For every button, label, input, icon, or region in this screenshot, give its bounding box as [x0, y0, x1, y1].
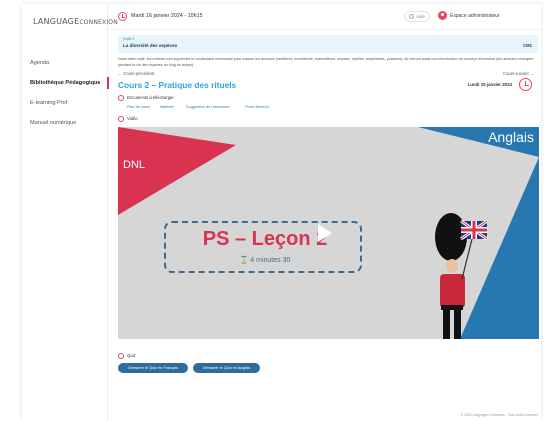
lesson-date: Lundi 15 janvier 2024 — [467, 82, 512, 88]
sidebar-item-elearning[interactable]: E-learning Prof — [22, 93, 108, 113]
user-space-link[interactable]: Espace administrateur — [450, 13, 500, 19]
help-button[interactable]: Aide — [404, 11, 430, 22]
documents-links: Plan de cours Matériel Suggestion de res… — [118, 103, 538, 115]
play-icon[interactable] — [318, 224, 332, 243]
documents-section-label: Documents à télécharger — [118, 94, 538, 103]
lesson-header: Cours 2 – Pratique des rituels Lundi 15 … — [118, 78, 538, 94]
logo[interactable]: LANGUAGECONNEXION — [33, 17, 118, 26]
download-icon — [118, 95, 124, 102]
course-title: La diversité des espèces — [123, 43, 178, 48]
doc-link-plan[interactable]: Plan de cours — [127, 105, 150, 109]
course-intro: Dans cette unité, les enfants vont appre… — [118, 57, 534, 67]
video-title-card: PS – Leçon 2 ⌛ 4 minutes 30 — [164, 221, 362, 274]
course-navigation: ← Cours précédent Cours suivant → — [118, 70, 538, 80]
doc-link-fiche[interactable]: Fiche élève/ex — [245, 105, 269, 109]
video-section-label: Vidéo — [118, 115, 538, 124]
video-label: Vidéo — [127, 116, 138, 122]
sidebar-item-bibliotheque[interactable]: Bibliothèque Pédagogique — [22, 73, 109, 93]
documents-label: Documents à télécharger — [127, 95, 174, 101]
video-title: PS – Leçon 2 — [202, 228, 328, 251]
video-anglais-label: Anglais — [488, 129, 534, 146]
course-header: Unité 2 La diversité des espèces CM1 — [118, 35, 538, 53]
video-duration: ⌛ 4 minutes 30 — [239, 257, 291, 265]
question-icon — [409, 14, 415, 20]
sidebar: LANGUAGECONNEXION Agenda Bibliothèque Pé… — [22, 4, 118, 421]
doc-link-materiel[interactable]: Matériel — [160, 105, 174, 109]
quiz-label: Quiz — [127, 353, 136, 359]
app-window: LANGUAGECONNEXION Agenda Bibliothèque Pé… — [22, 4, 541, 421]
start-quiz-english-button[interactable]: Démarrer le Quiz en Anglais — [193, 363, 260, 374]
top-bar: Mardi 16 janvier 2024 - 10h15 Aide Espac… — [108, 4, 541, 30]
quiz-section-label: Quiz — [118, 352, 538, 361]
doc-link-suggestion[interactable]: Suggestion de ressources — [186, 105, 230, 109]
clock-icon — [118, 12, 127, 21]
sidebar-item-agenda[interactable]: Agenda — [22, 53, 108, 73]
lesson-title: Cours 2 – Pratique des rituels — [118, 80, 237, 91]
footer: © 2024 Language Connexion - Tous droits … — [460, 413, 538, 417]
video-icon — [118, 116, 124, 123]
next-course-link[interactable]: Cours suivant → — [503, 71, 534, 76]
unit-label: Unité 2 — [123, 37, 135, 41]
help-label: Aide — [416, 14, 425, 19]
current-date: Mardi 16 janvier 2024 - 10h15 — [131, 13, 203, 19]
logo-line1: LANGUAGE — [33, 17, 80, 26]
video-player[interactable]: DNL Anglais PS – Leçon 2 ⌛ 4 minutes 30 — [118, 127, 539, 340]
sidebar-nav: Agenda Bibliothèque Pédagogique E-learni… — [22, 53, 109, 133]
main-content: Unité 2 La diversité des espèces CM1 Dan… — [118, 35, 539, 377]
quiz-buttons: Démarrer le Quiz en Français Démarrer le… — [118, 363, 538, 377]
user-icon[interactable] — [438, 11, 447, 20]
start-quiz-french-button[interactable]: Démarrer le Quiz en Français — [118, 363, 188, 374]
previous-course-link[interactable]: ← Cours précédent — [118, 71, 154, 76]
cycle-badge: CM1 — [523, 43, 532, 48]
quiz-icon — [118, 353, 124, 360]
video-dnl-label: DNL — [123, 159, 146, 172]
clock-icon — [519, 78, 532, 92]
sidebar-item-manuel[interactable]: Manuel numérique — [22, 113, 108, 133]
